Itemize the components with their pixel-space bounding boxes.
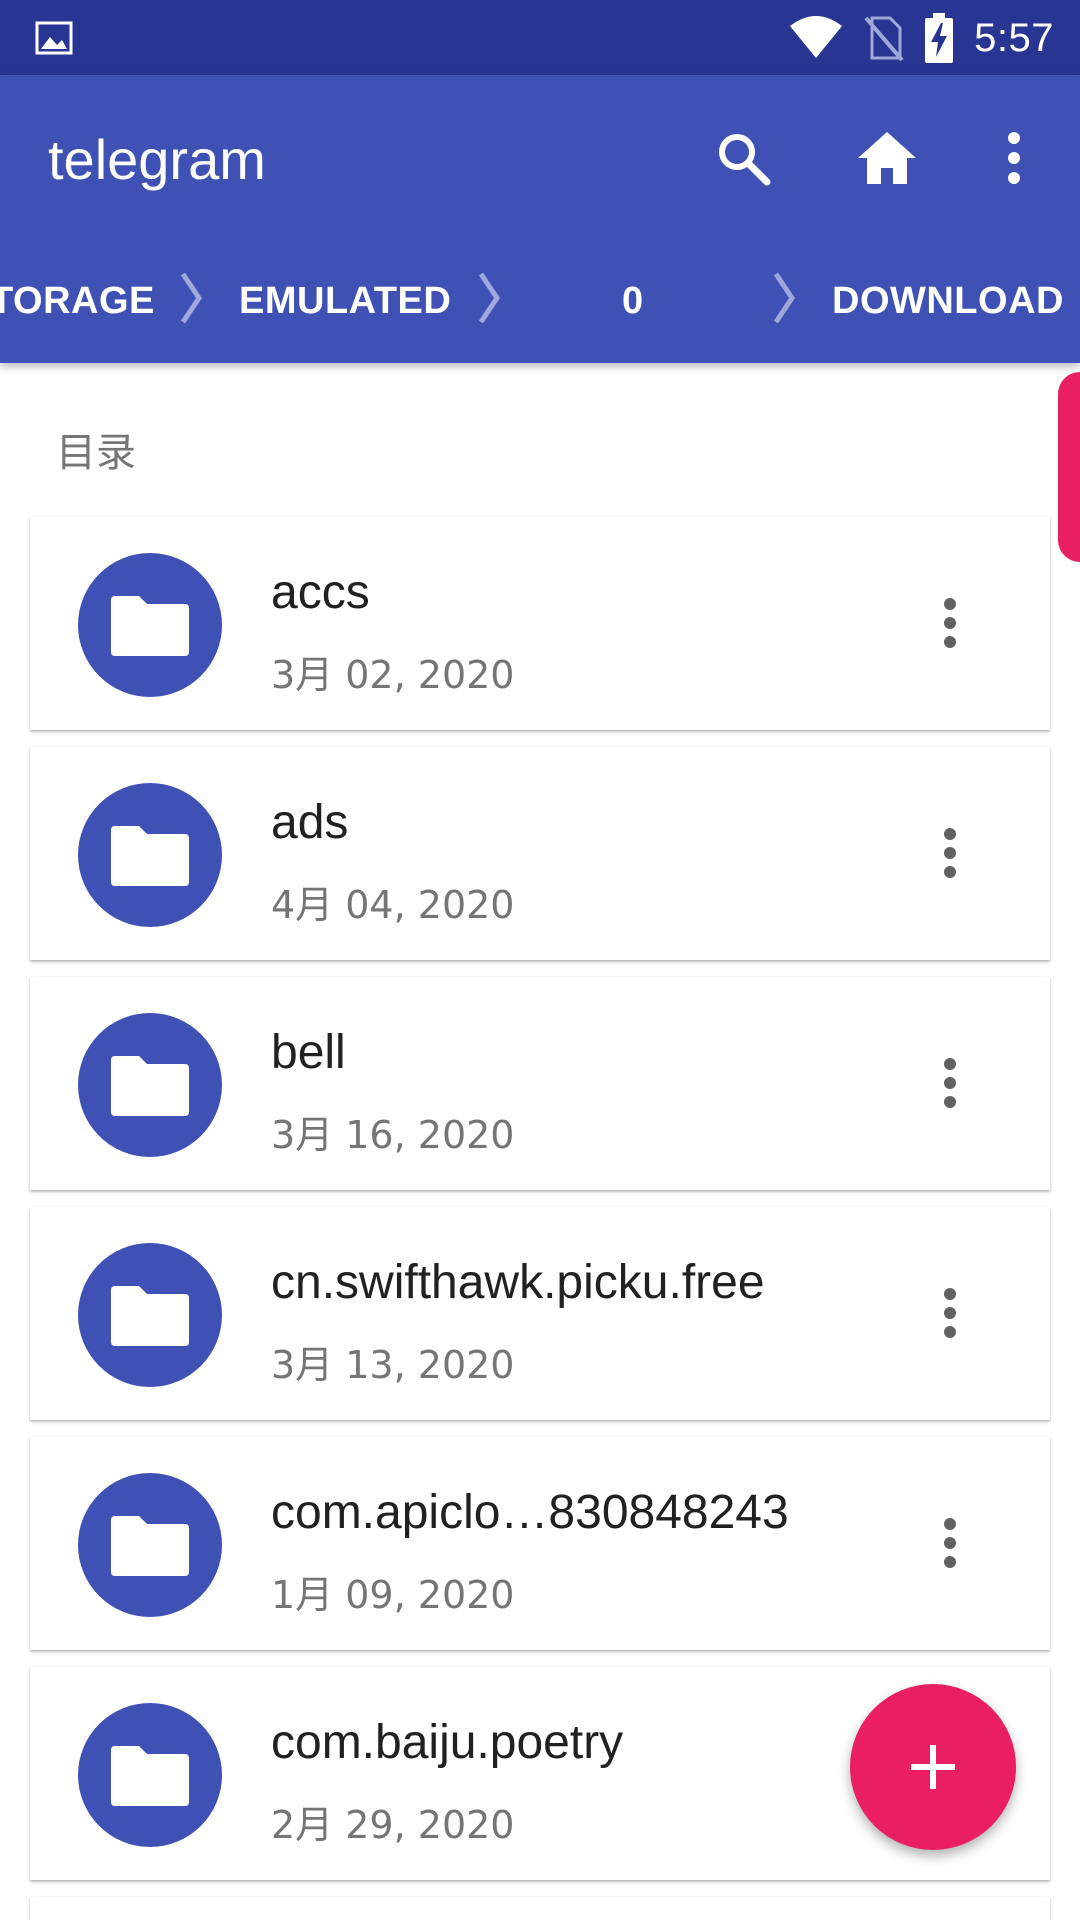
search-icon (719, 134, 771, 186)
folder-icon (111, 596, 189, 656)
item-date: 2月 29, 2020 (271, 1803, 515, 1847)
folder-icon (111, 826, 189, 886)
list-item[interactable]: ads 4月 04, 2020 (30, 747, 1050, 960)
more-options-button[interactable] (981, 125, 1047, 191)
list-item[interactable]: cn.swifthawk.picku.free 3月 13, 2020 (30, 1207, 1050, 1420)
more-vert-icon (944, 828, 956, 878)
folder-icon (111, 1056, 189, 1116)
list-item[interactable]: bell 3月 16, 2020 (30, 977, 1050, 1190)
home-button[interactable] (854, 125, 920, 191)
item-name: accs (271, 566, 370, 619)
folder-avatar (78, 783, 222, 927)
breadcrumb-item-storage[interactable]: TORAGE (0, 280, 155, 323)
item-menu-button[interactable] (920, 1513, 980, 1573)
more-vert-icon (1008, 132, 1020, 184)
status-bar: 5:57 (0, 0, 1080, 75)
more-vert-icon (944, 1518, 956, 1568)
item-date: 1月 09, 2020 (271, 1573, 515, 1617)
section-title: 目录 (56, 430, 136, 476)
battery-charging-icon (925, 13, 954, 63)
app-bar: telegram TORAGE EMULATED 0 DOWNLOAD (0, 75, 1080, 363)
more-vert-icon (944, 1288, 956, 1338)
item-name: ads (271, 796, 349, 849)
no-sim-icon (864, 16, 904, 62)
item-name: bell (271, 1026, 346, 1079)
breadcrumb-item-emulated[interactable]: EMULATED (239, 280, 451, 323)
more-vert-icon (944, 1058, 956, 1108)
item-menu-button[interactable] (920, 593, 980, 653)
item-name: cn.swifthawk.picku.free (271, 1256, 765, 1309)
folder-avatar (78, 1243, 222, 1387)
image-icon (35, 21, 73, 55)
chevron-right-icon (478, 272, 501, 324)
folder-icon (111, 1286, 189, 1346)
folder-avatar (78, 1703, 222, 1847)
item-menu-button[interactable] (920, 823, 980, 883)
search-button[interactable] (710, 125, 776, 191)
breadcrumb-item-0[interactable]: 0 (622, 280, 644, 323)
breadcrumb: TORAGE EMULATED 0 DOWNLOAD (0, 250, 1080, 350)
item-date: 3月 16, 2020 (271, 1113, 515, 1157)
item-date: 4月 04, 2020 (271, 883, 515, 927)
list-item[interactable]: accs 3月 02, 2020 (30, 517, 1050, 730)
folder-icon (111, 1746, 189, 1806)
app-title: telegram (48, 128, 266, 191)
wifi-icon (790, 16, 843, 58)
item-name: com.baiju.poetry (271, 1716, 624, 1769)
edge-drawer-handle[interactable] (1058, 372, 1080, 562)
folder-avatar (78, 1013, 222, 1157)
list-item[interactable] (30, 1897, 1050, 1920)
chevron-right-icon (773, 272, 796, 324)
add-fab-button[interactable] (850, 1684, 1016, 1850)
item-date: 3月 13, 2020 (271, 1343, 515, 1387)
folder-icon (111, 1516, 189, 1576)
home-icon (858, 132, 916, 184)
item-date: 3月 02, 2020 (271, 653, 515, 697)
item-menu-button[interactable] (920, 1283, 980, 1343)
folder-avatar (78, 1473, 222, 1617)
add-icon (911, 1745, 955, 1789)
breadcrumb-item-download[interactable]: DOWNLOAD (832, 280, 1064, 323)
more-vert-icon (944, 598, 956, 648)
folder-avatar (78, 553, 222, 697)
chevron-right-icon (180, 272, 203, 324)
status-time: 5:57 (974, 15, 1054, 60)
list-item[interactable]: com.apiclo…830848243 1月 09, 2020 (30, 1437, 1050, 1650)
item-menu-button[interactable] (920, 1053, 980, 1113)
item-name: com.apiclo…830848243 (271, 1486, 789, 1539)
